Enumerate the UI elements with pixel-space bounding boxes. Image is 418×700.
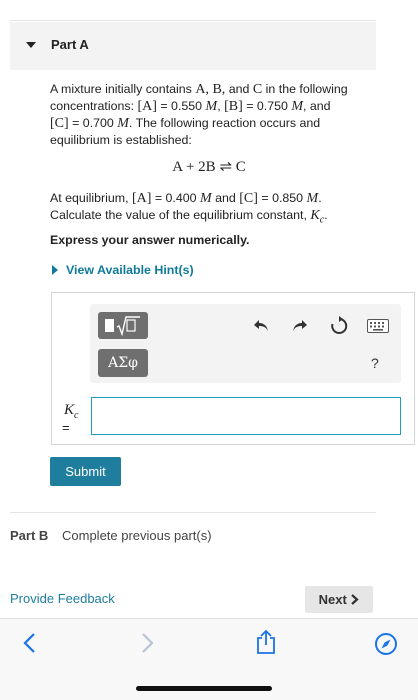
part-b-label: Part B xyxy=(10,528,49,543)
part-b-status: Complete previous part(s) xyxy=(62,528,212,543)
problem-statement: A mixture initially contains A, B, and C… xyxy=(50,82,348,147)
equilibrium-statement: At equilibrium, [A] = 0.400 M and [C] = … xyxy=(50,191,328,226)
equals-sign: = xyxy=(62,420,70,435)
greek-symbols-button[interactable]: ΑΣφ xyxy=(98,349,148,377)
home-indicator xyxy=(136,686,272,691)
kc-answer-input[interactable] xyxy=(91,397,401,435)
forward-icon xyxy=(142,633,154,653)
top-divider xyxy=(10,20,376,21)
caret-right-icon[interactable] xyxy=(52,265,58,275)
undo-icon[interactable] xyxy=(253,318,271,334)
help-button[interactable]: ? xyxy=(371,355,379,371)
caret-down-icon[interactable] xyxy=(26,42,36,48)
share-icon[interactable] xyxy=(255,629,277,655)
part-divider xyxy=(10,512,376,513)
template-button[interactable] xyxy=(98,312,148,339)
template-icon xyxy=(105,316,140,337)
compass-icon[interactable] xyxy=(374,632,398,656)
provide-feedback-link[interactable]: Provide Feedback xyxy=(10,591,115,606)
keyboard-icon[interactable] xyxy=(367,319,389,333)
back-icon[interactable] xyxy=(22,632,36,654)
express-instruction: Express your answer numerically. xyxy=(50,233,250,247)
redo-icon[interactable] xyxy=(290,318,308,334)
next-button[interactable]: Next xyxy=(305,586,373,613)
reaction-equation: A + 2B ⇌ C xyxy=(172,159,246,175)
submit-button[interactable]: Submit xyxy=(50,457,121,486)
next-label: Next xyxy=(318,592,347,607)
view-hints-link[interactable]: View Available Hint(s) xyxy=(66,263,194,277)
chevron-right-icon xyxy=(351,594,360,605)
reset-icon[interactable] xyxy=(329,316,349,336)
kc-label: Kc xyxy=(64,402,79,421)
part-a-title: Part A xyxy=(51,37,89,52)
